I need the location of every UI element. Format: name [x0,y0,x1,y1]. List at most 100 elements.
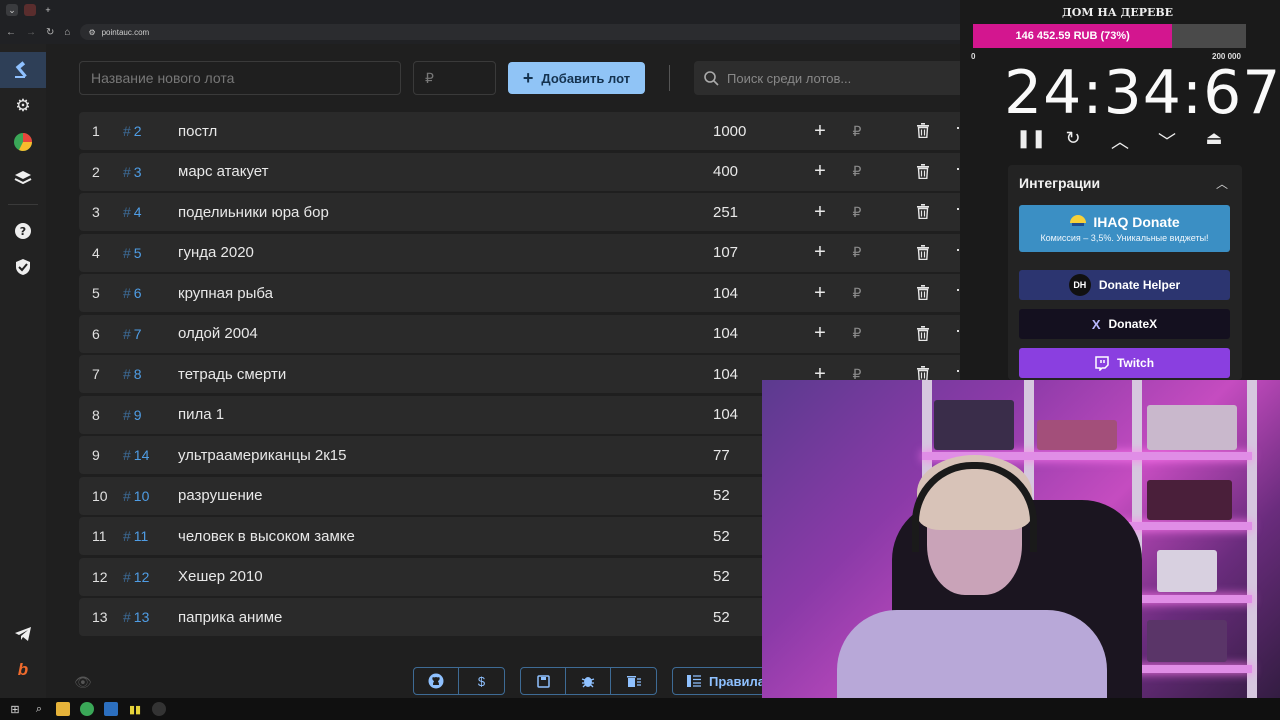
add-amount-plus-icon[interactable]: + [803,241,837,264]
start-windows-icon[interactable]: ⊞ [8,702,22,716]
lot-name[interactable]: тетрадь смерти [178,366,713,383]
collapse-chevron-icon[interactable]: ︿ [1216,175,1228,192]
file-explorer-icon[interactable] [56,702,70,716]
chevron-up-icon[interactable]: ︿ [1110,128,1130,154]
lot-amount[interactable]: 104 [713,325,803,342]
lot-name[interactable]: поделиьники юра бор [178,204,713,221]
save-icon[interactable] [521,668,566,694]
lot-fast-id[interactable]: #6 [123,285,178,301]
lot-name[interactable]: марс атакует [178,163,713,180]
lot-amount[interactable]: 251 [713,204,803,221]
site-info-icon[interactable]: ⚙ [88,28,95,37]
add-amount-plus-icon[interactable]: + [803,282,837,305]
add-amount-plus-icon[interactable]: + [803,120,837,143]
lot-amount[interactable]: 400 [713,163,803,180]
lot-index: 5 [92,285,100,301]
lot-amount-input[interactable]: ₽ [413,61,496,95]
reload-icon[interactable]: ↻ [46,27,54,38]
lot-fast-id[interactable]: #11 [123,528,178,544]
lot-currency-input[interactable]: ₽ [837,123,877,140]
lot-name[interactable]: постл [178,123,713,140]
lot-fast-id-number: 9 [133,406,142,423]
tab-favicon[interactable] [24,4,36,16]
add-lot-button[interactable]: + Добавить лот [508,62,645,94]
delete-trash-icon[interactable] [917,366,929,381]
lot-name[interactable]: человек в высоком замке [178,528,713,545]
add-amount-plus-icon[interactable]: + [803,160,837,183]
lot-name[interactable]: ультраамериканцы 2к15 [178,447,713,464]
lot-currency-input[interactable]: ₽ [837,204,877,221]
bug-icon[interactable] [566,668,611,694]
auction-gavel-icon[interactable] [0,52,46,88]
chrome-icon[interactable] [80,702,94,716]
lot-fast-id[interactable]: #7 [123,326,178,342]
lot-fast-id[interactable]: #13 [123,609,178,625]
donatex-button[interactable]: X DonateX [1019,309,1230,339]
delete-trash-icon[interactable] [917,285,929,300]
wheel-pie-icon[interactable] [0,124,46,160]
lot-fast-id[interactable]: #9 [123,407,178,423]
search-input[interactable]: Поиск среди лотов... [694,61,986,95]
telegram-icon[interactable] [0,616,46,652]
lot-name[interactable]: паприка аниме [178,609,713,626]
lot-name[interactable]: гунда 2020 [178,244,713,261]
lot-name[interactable]: Хешер 2010 [178,568,713,585]
home-icon[interactable]: ⌂ [64,27,70,38]
lot-fast-id[interactable]: #3 [123,164,178,180]
goal-progress-fill: 146 452.59 RUB (73%) [973,24,1173,48]
lot-fast-id[interactable]: #4 [123,204,178,220]
delete-trash-icon[interactable] [917,325,929,341]
github-icon[interactable] [414,668,459,694]
lot-currency-input[interactable]: ₽ [837,244,877,261]
lot-fast-id[interactable]: #2 [123,123,178,139]
lot-fast-id[interactable]: #14 [123,447,178,463]
tab-list-chevron-icon[interactable]: ⌄ [6,4,18,16]
add-amount-plus-icon[interactable]: + [803,201,837,224]
delete-trash-icon[interactable] [917,204,929,219]
lot-fast-id[interactable]: #8 [123,366,178,382]
lot-fast-id[interactable]: #12 [123,569,178,585]
ihaq-donate-button[interactable]: IHAQ Donate Комиссия – 3,5%. Уникальные … [1019,205,1230,252]
lot-fast-id[interactable]: #5 [123,245,178,261]
lot-amount[interactable]: 1000 [713,123,803,140]
twitch-button[interactable]: Twitch [1019,348,1230,378]
lot-fast-id[interactable]: #10 [123,488,178,504]
eject-double-up-icon[interactable]: ⏏ [1204,128,1224,154]
forward-icon[interactable]: → [26,27,36,38]
layers-icon[interactable] [0,160,46,196]
help-icon[interactable]: ? [0,213,46,249]
lot-amount[interactable]: 107 [713,244,803,261]
lot-name[interactable]: олдой 2004 [178,325,713,342]
app-icon[interactable]: ▮▮ [128,702,142,716]
delete-trash-icon[interactable] [917,123,929,138]
search-icon[interactable]: ⌕ [32,702,46,716]
app-icon[interactable] [104,702,118,716]
shield-check-icon[interactable] [0,249,46,285]
donate-helper-button[interactable]: DH Donate Helper [1019,270,1230,300]
lot-name[interactable]: крупная рыба [178,285,713,302]
lot-currency-input[interactable]: ₽ [837,163,877,180]
back-icon[interactable]: ← [6,27,16,38]
lot-currency-input[interactable]: ₽ [837,325,877,342]
donate-dollar-icon[interactable]: $ [459,668,504,694]
settings-gear-icon[interactable]: ⚙ [0,88,46,124]
lot-amount[interactable]: 104 [713,285,803,302]
url-bar[interactable]: ⚙ pointauc.com [80,24,981,40]
obs-icon[interactable] [152,702,166,716]
lot-currency-input[interactable]: ₽ [837,285,877,302]
chevron-down-icon[interactable]: ﹀ [1157,128,1177,154]
lot-name[interactable]: разрушение [178,487,713,504]
pause-icon[interactable]: ❚❚ [1016,128,1046,154]
delete-trash-icon[interactable] [917,163,929,179]
boosty-icon[interactable]: b [0,652,46,688]
reset-icon[interactable]: ↻ [1063,128,1083,154]
add-amount-plus-icon[interactable]: + [803,322,837,345]
lot-name[interactable]: пила 1 [178,406,713,423]
visibility-eye-icon[interactable]: 👁 [74,674,92,691]
clear-lots-icon[interactable] [611,668,656,694]
delete-trash-icon[interactable] [917,244,929,260]
new-tab-plus-icon[interactable]: + [42,4,54,16]
hash-symbol: # [123,528,131,544]
lot-name-input[interactable]: Название нового лота [79,61,401,95]
hash-symbol: # [123,325,131,342]
